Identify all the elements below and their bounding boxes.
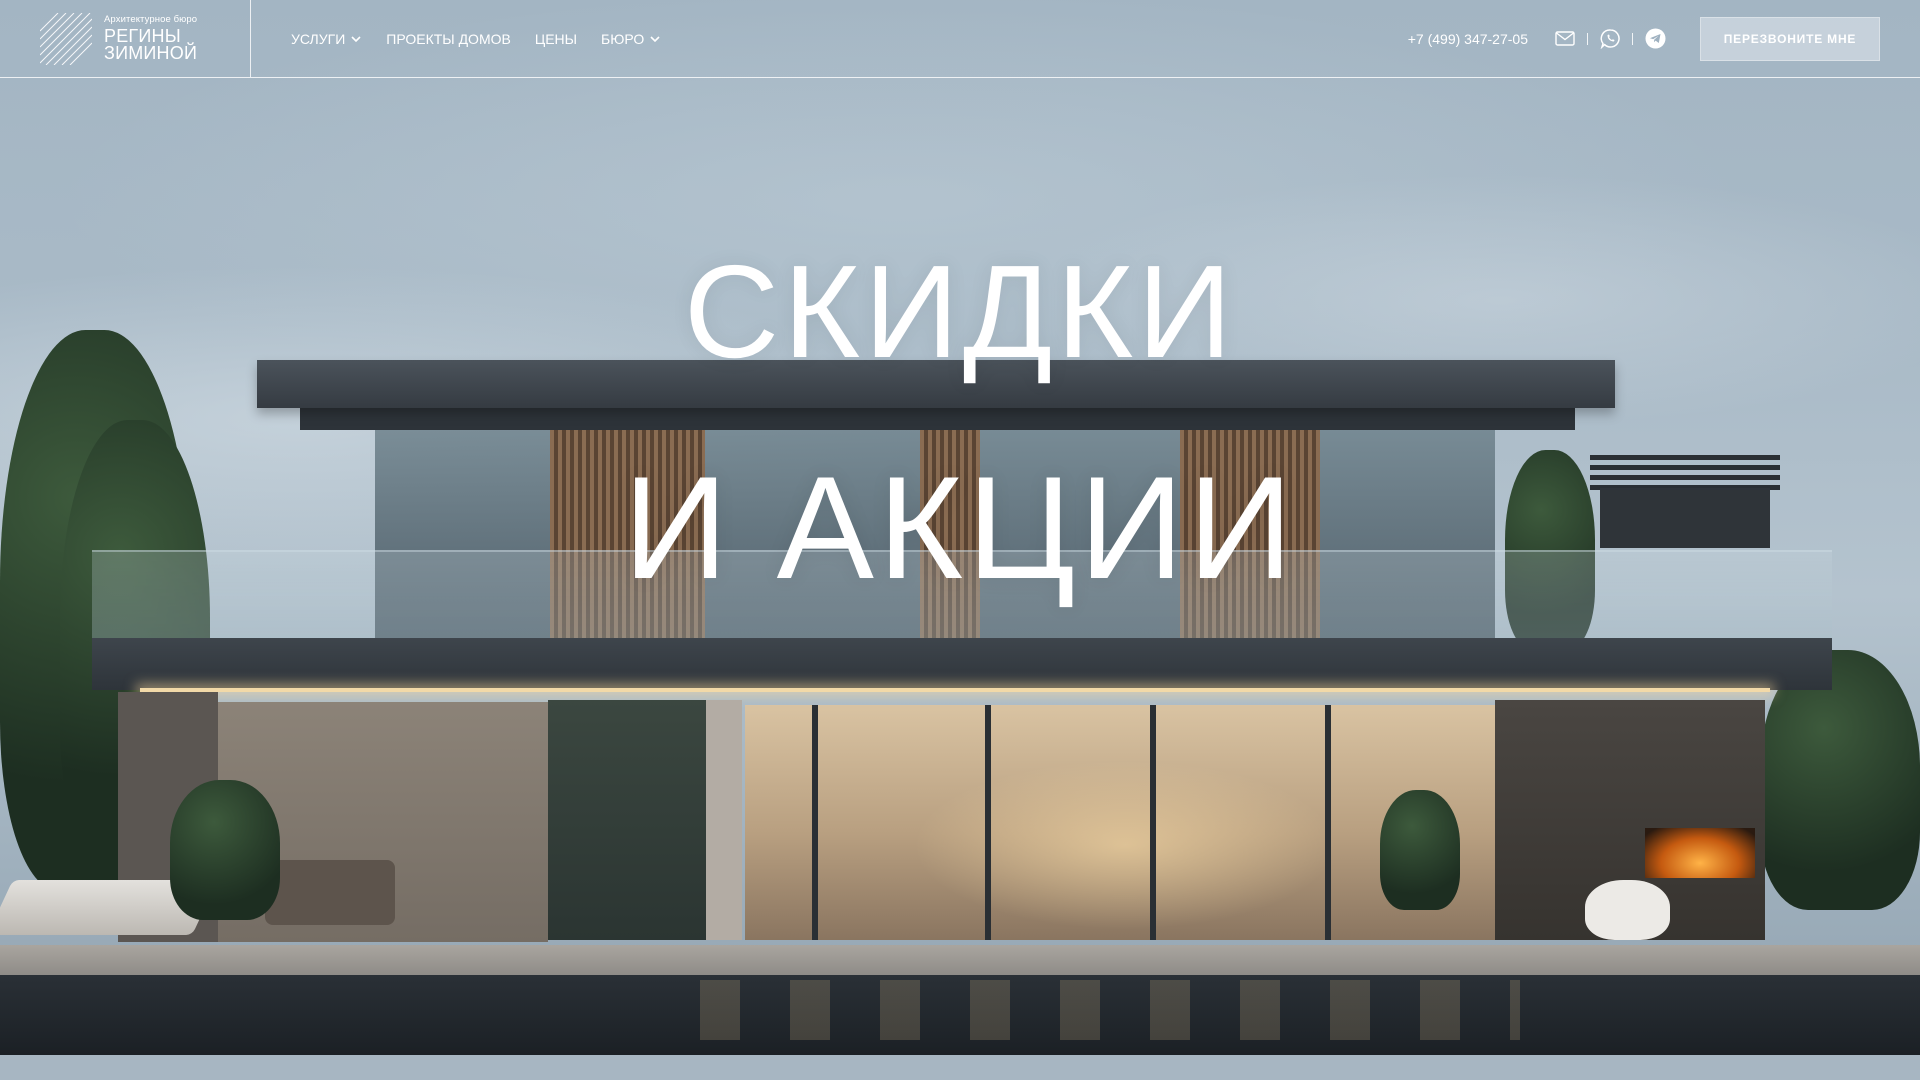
divider	[1587, 32, 1588, 45]
mail-icon[interactable]	[1554, 28, 1576, 50]
logo-lines-icon	[40, 12, 92, 65]
nav-item-bureau[interactable]: БЮРО	[601, 31, 661, 47]
nav-item-label: УСЛУГИ	[291, 30, 346, 47]
logo-name-line2: ЗИМИНОЙ	[104, 43, 198, 64]
telegram-icon[interactable]	[1644, 28, 1666, 50]
logo-subtitle: Архитектурное бюро	[104, 13, 198, 25]
logo[interactable]: Архитектурное бюро РЕГИНЫ ЗИМИНОЙ	[0, 0, 251, 77]
chevron-down-icon	[650, 35, 660, 42]
site-header: Архитектурное бюро РЕГИНЫ ЗИМИНОЙ УСЛУГИ…	[0, 0, 1920, 78]
divider	[1632, 32, 1633, 45]
nav-item-services[interactable]: УСЛУГИ	[291, 31, 362, 47]
nav-item-label: ЦЕНЫ	[534, 30, 578, 47]
chevron-down-icon	[351, 35, 361, 42]
nav-item-house-projects[interactable]: ПРОЕКТЫ ДОМОВ	[386, 31, 511, 47]
header-contacts: +7 (499) 347-27-05 ПЕРЕЗВОНИТЕ МНЕ	[1408, 16, 1880, 61]
nav-item-label: ПРОЕКТЫ ДОМОВ	[386, 30, 511, 47]
hero-title-line1: СКИДКИ	[683, 238, 1237, 385]
page: Архитектурное бюро РЕГИНЫ ЗИМИНОЙ УСЛУГИ…	[0, 0, 1920, 1080]
nav-item-prices[interactable]: ЦЕНЫ	[535, 31, 577, 47]
main-nav: УСЛУГИ ПРОЕКТЫ ДОМОВ ЦЕНЫ БЮРО	[291, 31, 661, 47]
whatsapp-icon[interactable]	[1599, 28, 1621, 50]
phone-link[interactable]: +7 (499) 347-27-05	[1408, 31, 1528, 47]
hero-title-line2: И АКЦИИ	[623, 446, 1297, 609]
nav-item-label: БЮРО	[601, 30, 645, 47]
callback-button[interactable]: ПЕРЕЗВОНИТЕ МНЕ	[1700, 16, 1880, 61]
logo-text: Архитектурное бюро РЕГИНЫ ЗИМИНОЙ	[104, 15, 197, 63]
